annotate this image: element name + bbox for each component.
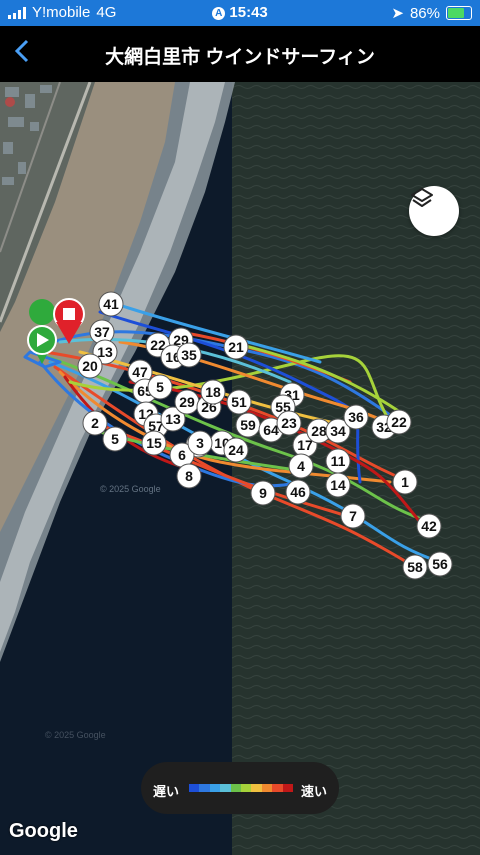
- status-time: 15:43: [229, 4, 268, 21]
- stop-flag-icon: [63, 308, 75, 320]
- lap-marker-label: 4: [297, 458, 305, 474]
- layers-icon: [411, 188, 433, 207]
- lap-marker[interactable]: 23: [276, 410, 302, 436]
- lap-marker[interactable]: 42: [416, 513, 442, 539]
- lap-marker-label: 35: [181, 347, 197, 363]
- lap-marker[interactable]: 1: [392, 469, 418, 495]
- lap-marker-label: 5: [111, 431, 119, 447]
- lap-marker[interactable]: 22: [386, 409, 412, 435]
- lap-marker[interactable]: 14: [325, 472, 351, 498]
- location-services-icon: A: [212, 7, 226, 20]
- lap-marker[interactable]: 29: [174, 389, 200, 415]
- lap-marker[interactable]: 9: [250, 480, 276, 506]
- lap-marker[interactable]: 20: [77, 353, 103, 379]
- google-attribution: Google: [9, 820, 78, 842]
- lap-marker[interactable]: 8: [176, 463, 202, 489]
- lap-marker[interactable]: 58: [402, 554, 428, 580]
- lap-marker-label: 59: [240, 417, 256, 433]
- satellite-map: 4137132022 2916 35 214765 521257151329 261851…: [0, 82, 480, 855]
- lap-marker[interactable]: 5: [102, 426, 128, 452]
- battery-icon: [446, 6, 472, 20]
- lap-marker-label: 37: [94, 324, 110, 340]
- lap-marker-label: 9: [259, 485, 267, 501]
- lap-marker-label: 11: [331, 453, 346, 469]
- lap-marker[interactable]: 7: [340, 503, 366, 529]
- lap-marker[interactable]: 51: [226, 389, 252, 415]
- lap-marker[interactable]: 11: [325, 448, 351, 474]
- lap-marker[interactable]: 41: [98, 291, 124, 317]
- lap-marker-label: 23: [281, 415, 297, 431]
- lap-marker-label: 14: [330, 477, 346, 493]
- svg-text:© 2025 Google: © 2025 Google: [100, 484, 161, 494]
- lap-marker-label: 28: [311, 423, 327, 439]
- lap-marker[interactable]: 21: [223, 334, 249, 360]
- lap-marker-label: 3: [196, 435, 204, 451]
- lap-marker-label: 8: [185, 468, 193, 484]
- lap-marker-label: 13: [165, 411, 181, 427]
- lap-marker-label: 36: [348, 409, 364, 425]
- lap-marker-label: 7: [349, 508, 357, 524]
- lap-marker-label: 2: [91, 415, 99, 431]
- lap-marker-label: 20: [82, 358, 98, 374]
- lap-marker[interactable]: 18: [200, 379, 226, 405]
- lap-marker-label: 15: [146, 435, 162, 451]
- lap-marker-label: 24: [228, 442, 244, 458]
- lap-marker-label: 21: [228, 339, 244, 355]
- map-view[interactable]: 41 37 13 20 22 29 16 35 21 47 65 5 2 12 57 15 13 29 26 18 51…: [0, 82, 480, 855]
- lap-marker-label: 6: [178, 447, 186, 463]
- lap-marker[interactable]: 35: [176, 342, 202, 368]
- lap-marker[interactable]: 46: [285, 479, 311, 505]
- lap-marker-label: 29: [179, 394, 195, 410]
- lap-marker-label: 58: [407, 559, 423, 575]
- legend-slow-label: 遅い: [153, 784, 180, 799]
- lap-marker[interactable]: 15: [141, 430, 167, 456]
- lap-marker[interactable]: 59: [235, 412, 261, 438]
- lap-marker[interactable]: 56: [427, 551, 453, 577]
- status-bar: Y!mobile 4G A 15:43 ➤ 86%: [0, 0, 480, 26]
- lap-marker[interactable]: 36: [343, 404, 369, 430]
- navigation-bar: 大網白里市 ウインドサーフィン: [0, 26, 480, 82]
- battery-percent: 86%: [409, 4, 440, 22]
- lap-marker-label: 22: [391, 414, 407, 430]
- lap-marker[interactable]: 3: [187, 430, 213, 456]
- svg-text:© 2025 Google: © 2025 Google: [45, 730, 106, 740]
- lap-marker-label: 34: [330, 423, 346, 439]
- lap-marker-label: 13: [97, 344, 113, 360]
- lap-marker-label: 41: [103, 296, 119, 312]
- lap-marker[interactable]: 24: [223, 437, 249, 463]
- lap-marker[interactable]: 5: [147, 374, 173, 400]
- lap-marker-label: 18: [205, 384, 221, 400]
- lap-marker-label: 5: [156, 379, 164, 395]
- lap-marker-label: 47: [132, 364, 148, 380]
- legend-fast-label: 速い: [300, 784, 327, 799]
- page-title: 大網白里市 ウインドサーフィン: [105, 47, 375, 68]
- lap-marker-label: 51: [231, 394, 247, 410]
- lap-marker-label: 56: [432, 556, 448, 572]
- lap-marker-label: 46: [290, 484, 306, 500]
- map-layers-button[interactable]: [409, 186, 459, 236]
- lap-marker-label: 1: [401, 474, 409, 490]
- speed-gradient: [189, 784, 294, 792]
- lap-marker[interactable]: 2: [82, 410, 108, 436]
- speed-legend: 遅い 速い: [141, 762, 339, 814]
- lap-marker-label: 42: [421, 518, 437, 534]
- lap-marker[interactable]: 4: [288, 453, 314, 479]
- location-arrow-icon: ➤: [391, 5, 404, 22]
